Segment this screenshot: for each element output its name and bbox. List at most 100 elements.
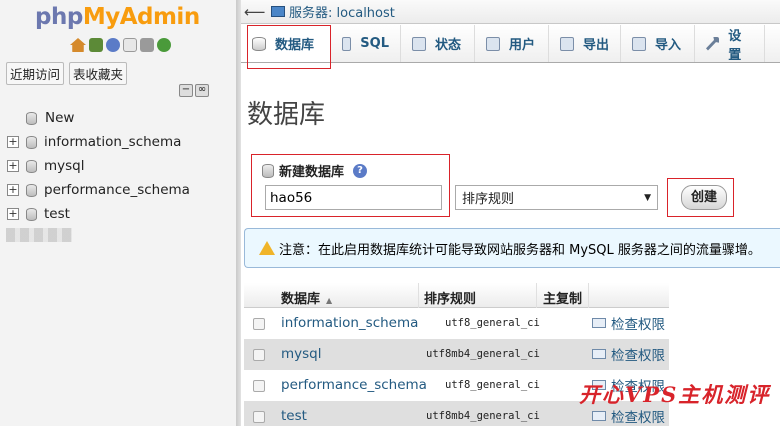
home-icon[interactable] xyxy=(70,38,86,52)
tab-databases[interactable]: 数据库 xyxy=(241,25,331,62)
database-icon xyxy=(252,36,266,51)
database-link[interactable]: performance_schema xyxy=(281,377,427,393)
logout-icon[interactable] xyxy=(89,38,103,52)
expand-icon[interactable]: + xyxy=(7,208,19,220)
warning-icon xyxy=(259,241,275,255)
check-privileges-link[interactable]: 检查权限 xyxy=(611,406,665,426)
tab-label: 状态 xyxy=(435,38,462,53)
tab-status[interactable]: 状态 xyxy=(401,25,475,62)
tab-sql[interactable]: SQL xyxy=(331,25,401,62)
table-row: information_schema utf8_general_ci 检查权限 xyxy=(244,308,669,339)
blurred-item xyxy=(6,228,72,242)
tab-label: SQL xyxy=(360,36,389,51)
panel-resizer[interactable] xyxy=(236,0,241,426)
row-checkbox[interactable] xyxy=(253,318,265,330)
tree-item-information-schema[interactable]: + information_schema xyxy=(0,130,236,154)
sql-icon xyxy=(342,36,352,51)
row-checkbox[interactable] xyxy=(253,349,265,361)
recent-tab[interactable]: 近期访问 xyxy=(6,62,65,85)
column-header-collation[interactable]: 排序规则 xyxy=(424,288,476,307)
header-text: 数据库 xyxy=(281,292,321,307)
database-name-input[interactable] xyxy=(265,185,442,210)
reload-icon[interactable] xyxy=(157,38,171,52)
expand-icon[interactable]: + xyxy=(7,184,19,196)
create-database-label: 新建数据库 ? xyxy=(262,161,368,180)
database-link[interactable]: test xyxy=(281,408,307,424)
status-chart-icon xyxy=(412,36,426,51)
tab-label: 数据库 xyxy=(275,38,315,53)
collation-value: utf8mb4_general_ci xyxy=(426,410,540,422)
privileges-icon xyxy=(592,349,606,359)
database-icon xyxy=(26,135,37,149)
column-header-database[interactable]: 数据库 ▲ xyxy=(281,288,332,307)
collapse-arrow-icon[interactable]: ⟵ xyxy=(244,3,266,21)
database-tree: New + information_schema + mysql + perfo… xyxy=(0,106,236,226)
collation-value: utf8mb4_general_ci xyxy=(426,348,540,360)
tab-users[interactable]: 用户 xyxy=(475,25,549,62)
nav-icon-bar xyxy=(70,38,171,52)
tree-item-new[interactable]: New xyxy=(0,106,236,130)
tree-item-test[interactable]: + test xyxy=(0,202,236,226)
link-icon[interactable]: ∞ xyxy=(195,84,209,97)
documentation-icon[interactable] xyxy=(123,38,137,52)
new-database-icon xyxy=(26,111,37,125)
watermark: 开心VPS主机测评 xyxy=(579,382,771,407)
database-link[interactable]: information_schema xyxy=(281,315,418,331)
users-icon xyxy=(486,36,500,51)
breadcrumb[interactable]: 服务器: localhost xyxy=(289,2,395,21)
database-link[interactable]: mysql xyxy=(281,346,322,362)
collation-value: utf8_general_ci xyxy=(445,379,540,391)
tree-item-performance-schema[interactable]: + performance_schema xyxy=(0,178,236,202)
collapse-all-icon[interactable]: − xyxy=(179,84,193,97)
notice-banner: 注意：在此启用数据库统计可能导致网站服务器和 MySQL 服务器之间的流量骤增。 xyxy=(244,228,780,268)
check-privileges-link[interactable]: 检查权限 xyxy=(611,313,665,333)
notice-text: 注意：在此启用数据库统计可能导致网站服务器和 MySQL 服务器之间的流量骤增。 xyxy=(279,242,761,258)
table-header: 数据库 ▲ 排序规则 主复制 xyxy=(244,283,669,308)
tree-label-new: New xyxy=(45,110,75,126)
tab-label: 用户 xyxy=(509,38,536,53)
tree-label-mysql: mysql xyxy=(44,158,85,174)
row-checkbox[interactable] xyxy=(253,380,265,392)
phpmyadmin-window: phpMyAdmin 近期访问 表收藏夹 − ∞ New + informati… xyxy=(0,0,780,426)
database-icon xyxy=(26,183,37,197)
column-header-replication: 主复制 xyxy=(543,292,583,307)
navigation-panel: phpMyAdmin 近期访问 表收藏夹 − ∞ New + informati… xyxy=(0,0,236,426)
logo-admin: Admin xyxy=(119,4,201,30)
top-bar: ⟵ 服务器: localhost xyxy=(241,0,780,24)
tree-item-mysql[interactable]: + mysql xyxy=(0,154,236,178)
tab-settings[interactable]: 设置 xyxy=(695,25,765,63)
help-icon[interactable] xyxy=(106,38,120,52)
dropdown-arrow-icon: ▼ xyxy=(644,192,651,203)
column-divider xyxy=(418,283,419,308)
collation-select[interactable]: 排序规则 ▼ xyxy=(455,185,658,210)
tab-import[interactable]: 导入 xyxy=(621,25,695,62)
page-title: 数据库 xyxy=(247,100,326,130)
new-database-icon xyxy=(262,163,274,178)
create-button[interactable]: 创建 xyxy=(681,185,727,210)
tab-label: 导入 xyxy=(655,38,682,53)
help-icon[interactable]: ? xyxy=(353,163,368,178)
favorites-tab[interactable]: 表收藏夹 xyxy=(69,62,128,85)
collation-select-value: 排序规则 xyxy=(462,192,515,207)
tree-controls: − ∞ xyxy=(179,84,209,97)
table-row: mysql utf8mb4_general_ci 检查权限 xyxy=(244,339,669,370)
server-icon xyxy=(271,6,285,17)
check-privileges-link[interactable]: 检查权限 xyxy=(611,344,665,364)
tab-label: 导出 xyxy=(583,38,610,53)
wrench-icon xyxy=(706,36,720,51)
row-checkbox[interactable] xyxy=(253,411,265,423)
expand-icon[interactable]: + xyxy=(7,160,19,172)
column-divider xyxy=(536,283,537,308)
database-icon xyxy=(26,159,37,173)
tab-export[interactable]: 导出 xyxy=(549,25,621,62)
import-icon xyxy=(632,36,646,51)
settings-icon[interactable] xyxy=(140,38,154,52)
collation-value: utf8_general_ci xyxy=(445,317,540,329)
privileges-icon xyxy=(592,318,606,328)
tree-label-test: test xyxy=(44,206,70,222)
logo-my: My xyxy=(82,4,120,30)
column-divider xyxy=(588,283,589,308)
expand-icon[interactable]: + xyxy=(7,136,19,148)
privileges-icon xyxy=(592,411,606,421)
phpmyadmin-logo[interactable]: phpMyAdmin xyxy=(35,4,200,30)
